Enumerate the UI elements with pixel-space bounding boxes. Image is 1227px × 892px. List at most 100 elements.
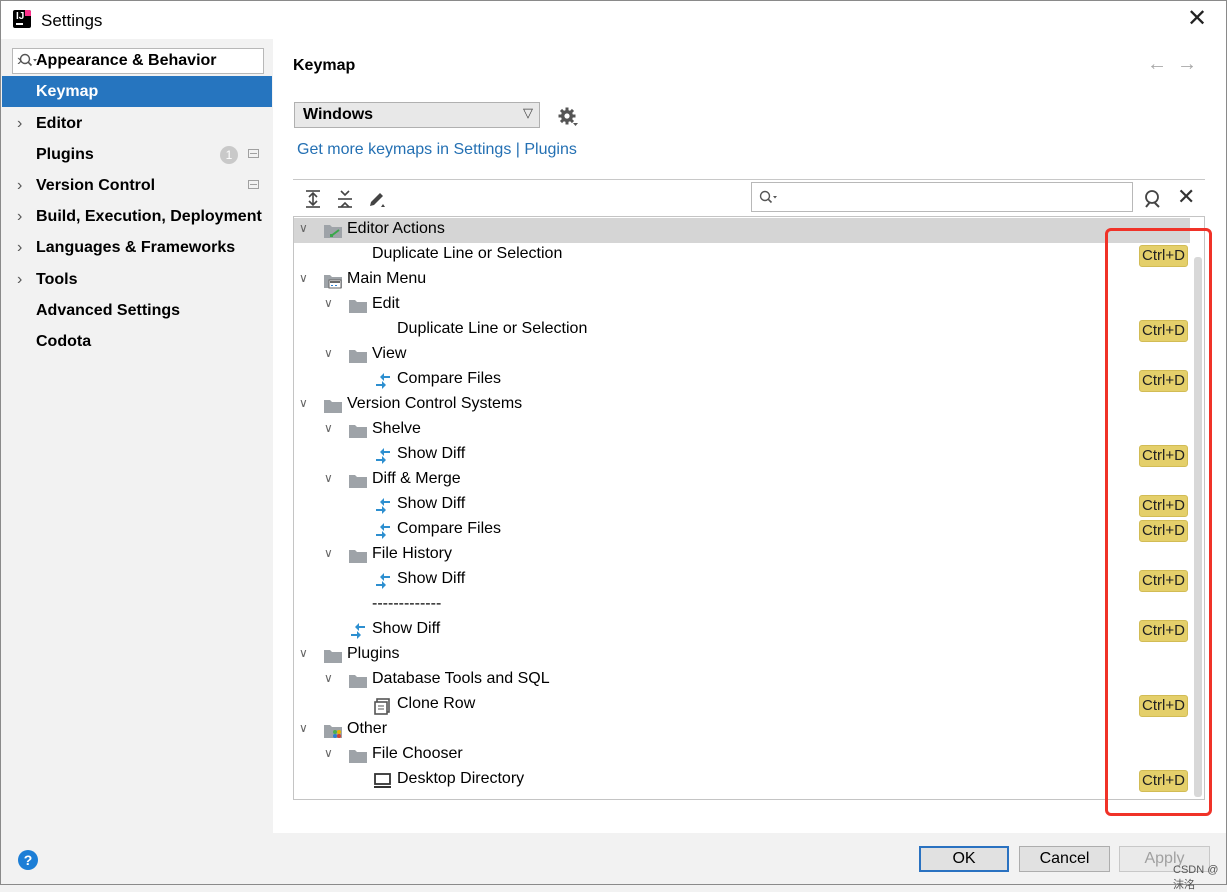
- chevron-down-icon[interactable]: ∨: [324, 296, 333, 310]
- other-icon: [323, 722, 343, 745]
- tree-row-label: Duplicate Line or Selection: [372, 245, 563, 262]
- tree-row-label: Version Control Systems: [347, 395, 523, 412]
- folder-icon: [348, 747, 368, 770]
- sidebar-item[interactable]: Plugins 1: [2, 139, 272, 170]
- sidebar-item-label: Plugins: [36, 146, 94, 163]
- tree-row[interactable]: Compare Files Ctrl+D: [294, 368, 1190, 393]
- chevron-down-icon: ▽: [523, 105, 533, 120]
- sidebar-item[interactable]: › Build, Execution, Deployment: [2, 201, 272, 232]
- find-by-shortcut-icon[interactable]: [1143, 189, 1163, 209]
- tree-row[interactable]: ∨ Diff & Merge: [294, 468, 1190, 493]
- edit-icon[interactable]: [367, 189, 387, 209]
- cancel-button[interactable]: Cancel: [1019, 846, 1110, 872]
- chevron-down-icon[interactable]: ∨: [324, 546, 333, 560]
- chevron-down-icon[interactable]: ∨: [299, 271, 308, 285]
- chevron-right-icon[interactable]: ›: [17, 45, 22, 76]
- sidebar-item[interactable]: › Editor: [2, 108, 272, 139]
- tree-row[interactable]: Show Diff Ctrl+D: [294, 493, 1190, 518]
- tree-row[interactable]: ∨ Version Control Systems: [294, 393, 1190, 418]
- sidebar-item[interactable]: Keymap: [2, 76, 272, 107]
- tree-row[interactable]: ∨ Shelve: [294, 418, 1190, 443]
- chevron-down-icon[interactable]: ∨: [324, 421, 333, 435]
- chevron-down-icon[interactable]: ∨: [324, 346, 333, 360]
- keymap-action-tree: Desktop Directory Ctrl+D ∨ File Chooser ∨ Oth…: [293, 216, 1205, 800]
- chevron-down-icon[interactable]: ∨: [299, 221, 308, 235]
- diff-icon: [373, 447, 393, 470]
- tree-row[interactable]: ∨ Other: [294, 718, 1190, 743]
- project-level-icon: [248, 149, 259, 158]
- chevron-right-icon[interactable]: ›: [17, 201, 22, 232]
- back-arrow-icon[interactable]: ←: [1147, 53, 1177, 75]
- tree-row[interactable]: Compare Files Ctrl+D: [294, 518, 1190, 543]
- title-bar: IJ Settings ✕: [1, 1, 1226, 39]
- intellij-app-icon: IJ: [13, 10, 31, 28]
- forward-arrow-icon[interactable]: →: [1177, 53, 1207, 75]
- ok-button[interactable]: OK: [919, 846, 1009, 872]
- tree-row[interactable]: Duplicate Line or Selection Ctrl+D: [294, 318, 1190, 343]
- tree-row-label: Clone Row: [397, 695, 476, 712]
- tree-row-label: Show Diff: [397, 570, 466, 587]
- tree-row-label: Show Diff: [397, 445, 466, 462]
- main-menu-icon: [323, 272, 343, 295]
- get-more-keymaps-link[interactable]: Get more keymaps in Settings | Plugins: [297, 141, 577, 159]
- sidebar-item[interactable]: Codota: [2, 326, 272, 357]
- tree-row[interactable]: Duplicate Line or Selection Ctrl+D: [294, 243, 1190, 268]
- help-icon[interactable]: ?: [18, 850, 38, 870]
- collapse-all-icon[interactable]: [335, 189, 355, 209]
- chevron-down-icon[interactable]: ∨: [299, 396, 308, 410]
- tree-row[interactable]: Show Diff Ctrl+D: [294, 618, 1190, 643]
- folder-icon: [348, 297, 368, 320]
- gear-icon[interactable]: [557, 106, 579, 128]
- tree-row[interactable]: Show Diff Ctrl+D: [294, 443, 1190, 468]
- keymap-dropdown[interactable]: Windows ▽: [294, 102, 540, 128]
- expand-all-icon[interactable]: [303, 189, 323, 209]
- chevron-right-icon[interactable]: ›: [17, 108, 22, 139]
- sidebar-item-label: Keymap: [36, 83, 99, 100]
- tree-row[interactable]: ∨ Editor Actions: [294, 218, 1190, 243]
- tree-row-label: Show Diff: [397, 495, 466, 512]
- sidebar-item[interactable]: › Version Control: [2, 170, 272, 201]
- nav-arrows: ←→: [1147, 53, 1207, 76]
- tree-row-label: Editor Actions: [347, 220, 445, 237]
- tree-row-label: View: [372, 345, 407, 362]
- tree-row[interactable]: ∨ File History: [294, 543, 1190, 568]
- sidebar-item-label: Languages & Frameworks: [36, 239, 236, 256]
- tree-row[interactable]: ∨ Database Tools and SQL: [294, 668, 1190, 693]
- sidebar-item[interactable]: › Tools: [2, 264, 272, 295]
- sidebar-item[interactable]: › Languages & Frameworks: [2, 232, 272, 263]
- diff-icon: [373, 572, 393, 595]
- sidebar-item-label: Version Control: [36, 177, 156, 194]
- tree-search-input[interactable]: [751, 182, 1133, 212]
- chevron-down-icon[interactable]: ∨: [324, 746, 333, 760]
- tree-row-label: Plugins: [347, 645, 400, 662]
- tree-row-label: File Chooser: [372, 745, 463, 762]
- tree-row[interactable]: ∨ File Chooser: [294, 743, 1190, 768]
- sidebar-item[interactable]: Advanced Settings: [2, 295, 272, 326]
- chevron-down-icon[interactable]: ∨: [299, 646, 308, 660]
- page-title: Keymap: [293, 57, 356, 74]
- tree-row[interactable]: Clone Row Ctrl+D: [294, 693, 1190, 718]
- chevron-down-icon[interactable]: ∨: [324, 671, 333, 685]
- project-level-icon: [248, 180, 259, 189]
- tree-row[interactable]: ∨ Edit: [294, 293, 1190, 318]
- chevron-right-icon[interactable]: ›: [17, 264, 22, 295]
- tree-row[interactable]: ∨ View: [294, 343, 1190, 368]
- clear-filter-icon[interactable]: ✕: [1177, 186, 1195, 208]
- settings-window: IJ Settings ✕ › Appearance & Behavior Keym…: [0, 0, 1227, 885]
- chevron-right-icon[interactable]: ›: [17, 170, 22, 201]
- tree-row[interactable]: Show Diff Ctrl+D: [294, 568, 1190, 593]
- desktop-icon: [373, 772, 393, 795]
- chevron-down-icon[interactable]: ∨: [324, 471, 333, 485]
- chevron-right-icon[interactable]: ›: [17, 232, 22, 263]
- tree-row[interactable]: ∨ Plugins: [294, 643, 1190, 668]
- tree-row[interactable]: Desktop Directory Ctrl+D: [294, 768, 1190, 793]
- settings-sidebar: › Appearance & Behavior Keymap › Editor Plugi…: [2, 39, 272, 833]
- close-icon[interactable]: ✕: [1185, 7, 1209, 31]
- chevron-down-icon[interactable]: ∨: [299, 721, 308, 735]
- tree-row[interactable]: ∨ Main Menu: [294, 268, 1190, 293]
- tree-row[interactable]: -------------: [294, 593, 1190, 618]
- diff-icon: [348, 622, 368, 645]
- sidebar-item[interactable]: › Appearance & Behavior: [2, 45, 272, 76]
- tree-row-label: Compare Files: [397, 520, 502, 537]
- clone-icon: [373, 697, 393, 720]
